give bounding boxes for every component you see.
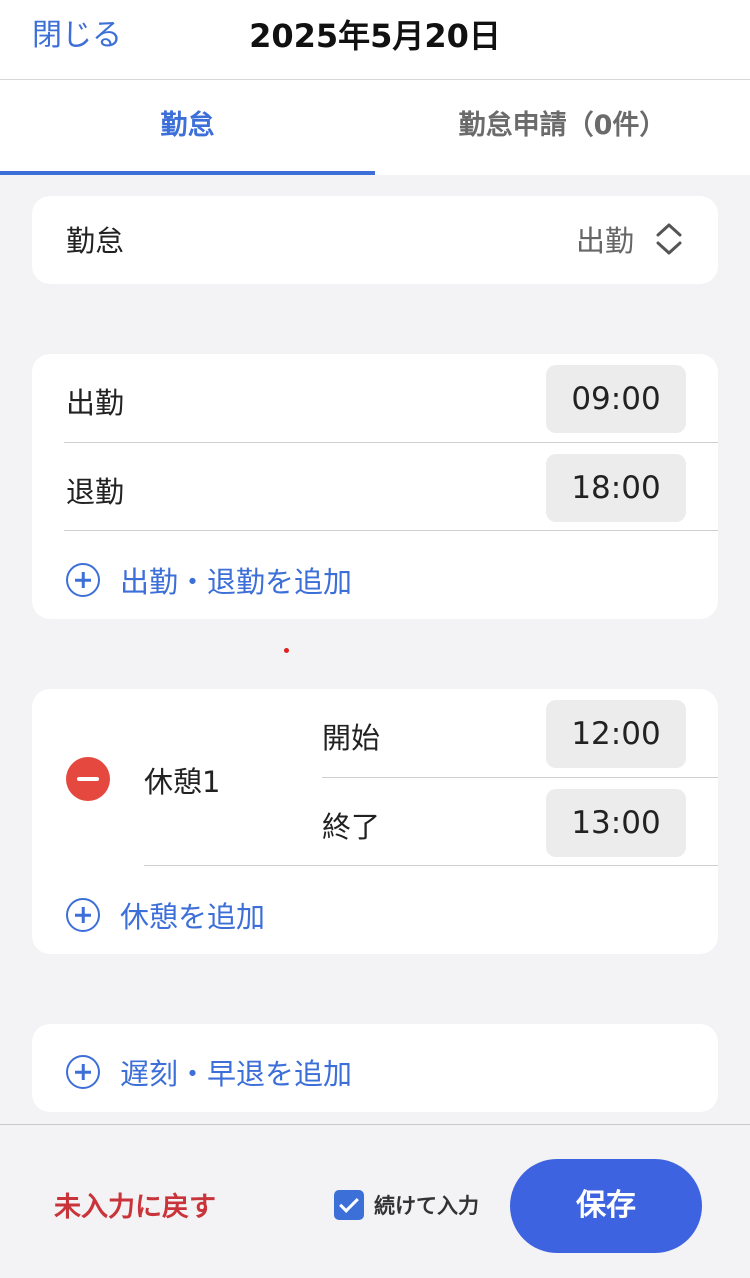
page-title: 2025年5月20日 bbox=[249, 17, 501, 55]
tab-attendance[interactable]: 勤怠 bbox=[0, 80, 375, 175]
plus-circle-icon bbox=[66, 898, 100, 932]
checkbox-checked-icon[interactable] bbox=[334, 1190, 364, 1220]
plus-circle-icon bbox=[66, 563, 100, 597]
add-break-button[interactable]: 休憩を追加 bbox=[66, 894, 265, 936]
divider bbox=[322, 777, 718, 778]
divider bbox=[64, 442, 718, 443]
break-start-time[interactable]: 12:00 bbox=[546, 700, 686, 768]
break-label: 休憩1 bbox=[144, 765, 221, 799]
red-dot bbox=[284, 648, 289, 653]
clock-in-time[interactable]: 09:00 bbox=[546, 365, 686, 433]
add-late-early-label: 遅刻・早退を追加 bbox=[120, 1057, 353, 1091]
continue-input-label: 続けて入力 bbox=[374, 1194, 479, 1218]
footer-bar: 未入力に戻す 続けて入力 保存 bbox=[0, 1124, 750, 1278]
late-early-card: 遅刻・早退を追加 bbox=[32, 1024, 718, 1112]
clock-out-label: 退勤 bbox=[66, 475, 125, 509]
save-button[interactable]: 保存 bbox=[510, 1159, 702, 1253]
tab-bar: 勤怠 勤怠申請（0件） bbox=[0, 80, 750, 175]
add-clock-label: 出勤・退勤を追加 bbox=[120, 565, 353, 599]
attendance-type-value: 出勤 bbox=[575, 224, 634, 258]
add-late-early-button[interactable]: 遅刻・早退を追加 bbox=[66, 1051, 352, 1093]
break-end-label: 終了 bbox=[322, 810, 381, 844]
plus-circle-icon bbox=[66, 1055, 100, 1089]
continue-input-toggle[interactable]: 続けて入力 bbox=[334, 1190, 479, 1220]
chevron-updown-icon bbox=[656, 223, 682, 255]
clock-card: 出勤 09:00 退勤 18:00 出勤・退勤を追加 bbox=[32, 354, 718, 619]
revert-button[interactable]: 未入力に戻す bbox=[54, 1185, 216, 1224]
clock-out-time[interactable]: 18:00 bbox=[546, 454, 686, 522]
break-start-label: 開始 bbox=[322, 721, 381, 755]
break-end-time[interactable]: 13:00 bbox=[546, 789, 686, 857]
divider bbox=[64, 530, 718, 531]
add-clock-button[interactable]: 出勤・退勤を追加 bbox=[66, 559, 352, 601]
clock-in-label: 出勤 bbox=[66, 386, 125, 420]
attendance-type-select[interactable]: 勤怠 出勤 bbox=[32, 196, 718, 284]
remove-break-icon[interactable] bbox=[66, 757, 110, 801]
header: 閉じる 2025年5月20日 bbox=[0, 0, 750, 80]
add-break-label: 休憩を追加 bbox=[120, 900, 266, 934]
attendance-type-label: 勤怠 bbox=[66, 224, 125, 258]
tab-attendance-requests[interactable]: 勤怠申請（0件） bbox=[375, 80, 750, 175]
divider bbox=[144, 865, 718, 866]
break-card: 休憩1 開始 12:00 終了 13:00 休憩を追加 bbox=[32, 689, 718, 954]
